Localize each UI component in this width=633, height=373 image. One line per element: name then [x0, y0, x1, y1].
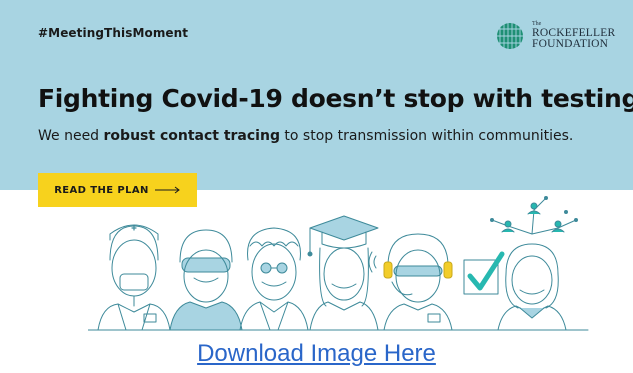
subline-prefix: We need: [38, 128, 104, 144]
logo-line-2: FOUNDATION: [532, 38, 609, 50]
download-image-link[interactable]: Download Image Here: [0, 340, 633, 368]
network-people-icon: [490, 196, 578, 235]
headline: Fighting Covid-19 doesn’t stop with test…: [38, 84, 633, 113]
subline-bold: robust contact tracing: [103, 128, 280, 144]
subline-suffix: to stop transmission within communities.: [279, 128, 574, 144]
globe-logo-icon: [497, 23, 523, 49]
headset-figure: [368, 233, 453, 331]
network-figure: [497, 243, 567, 331]
doctor-figure: [239, 227, 309, 331]
nurse-figure: [97, 224, 171, 331]
checkmark-icon: [463, 251, 505, 295]
graduate-figure: [307, 215, 379, 331]
subheadline: We need robust contact tracing to stop t…: [38, 128, 573, 144]
face-shield-figure: [169, 229, 243, 331]
rockefeller-logo: The ROCKEFELLER FOUNDATION: [496, 20, 616, 54]
hashtag: #MeetingThisMoment: [38, 26, 189, 40]
contact-tracing-illustration: [88, 196, 589, 331]
